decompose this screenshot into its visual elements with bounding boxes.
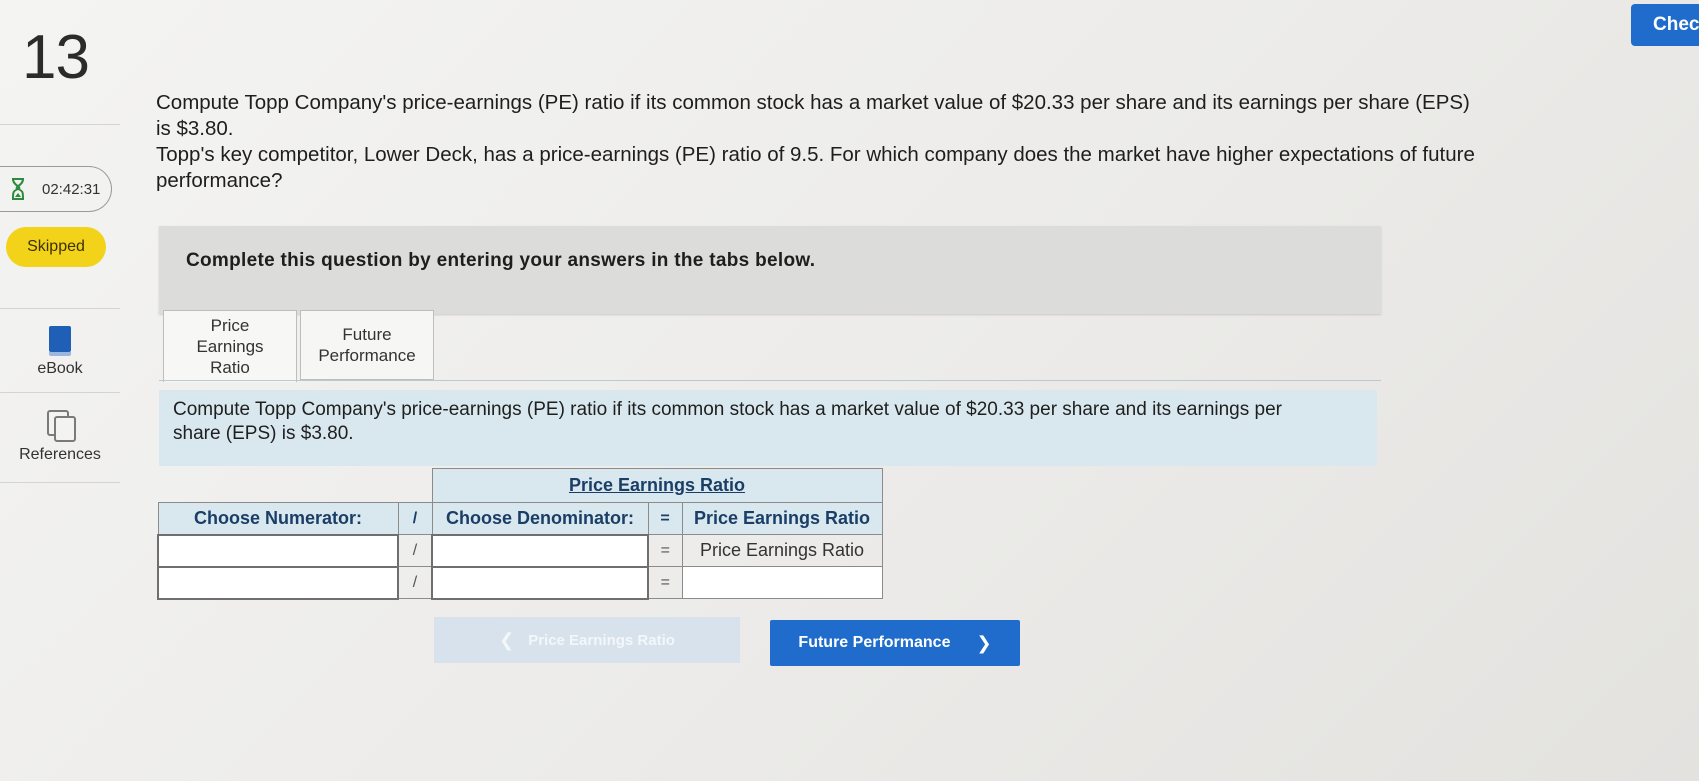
table-row: / = Price Earnings Ratio: [157, 533, 883, 568]
result-cell[interactable]: [681, 566, 883, 599]
question-paragraph-2: Topp's key competitor, Lower Deck, has a…: [156, 143, 1475, 192]
ebook-button[interactable]: eBook: [0, 326, 120, 378]
hourglass-icon: [12, 178, 24, 200]
question-number: 13: [22, 23, 90, 92]
tab-divider: [159, 380, 1381, 381]
tab-content-prompt: Compute Topp Company's price-earnings (P…: [159, 390, 1377, 466]
prompt-text: Compute Topp Company's price-earnings (P…: [173, 399, 1282, 444]
prev-button-label: Price Earnings Ratio: [528, 631, 675, 649]
timer[interactable]: 02:42:31: [0, 166, 112, 212]
chevron-left-icon: ❮: [499, 629, 515, 650]
references-label: References: [19, 446, 101, 463]
references-button[interactable]: References: [0, 410, 120, 464]
instruction-text: Complete this question by entering your …: [186, 250, 816, 271]
check-my-work-button[interactable]: Chec: [1631, 4, 1699, 46]
header-numerator: Choose Numerator:: [157, 502, 399, 535]
chevron-right-icon: ❯: [976, 632, 992, 653]
question-text: Compute Topp Company's price-earnings (P…: [156, 90, 1486, 194]
prev-tab-button[interactable]: ❮ Price Earnings Ratio: [434, 617, 740, 663]
table-title-row: Price Earnings Ratio: [158, 468, 883, 503]
header-result: Price Earnings Ratio: [681, 502, 883, 535]
numerator-cell: [157, 533, 399, 568]
answer-table: Price Earnings Ratio Choose Numerator: /…: [157, 468, 883, 600]
numerator-input-2[interactable]: [159, 567, 397, 598]
book-icon: [49, 326, 71, 356]
numerator-input-1[interactable]: [159, 535, 397, 566]
divide-sign: /: [397, 566, 433, 599]
divide-sign: /: [397, 534, 433, 567]
instruction-banner: Complete this question by entering your …: [159, 226, 1381, 314]
rail-divider: [0, 124, 120, 125]
tab-future-performance[interactable]: Future Performance: [300, 310, 434, 380]
rail-divider: [0, 482, 120, 483]
equals-sign: =: [647, 566, 683, 599]
question-paragraph-1: Compute Topp Company's price-earnings (P…: [156, 91, 1470, 140]
ebook-label: eBook: [37, 360, 83, 377]
status-badge: Skipped: [6, 227, 106, 267]
tab-label: Future Performance: [318, 325, 416, 365]
references-icon: [47, 410, 76, 442]
next-tab-button[interactable]: Future Performance ❯: [770, 620, 1020, 666]
header-equals: =: [647, 502, 683, 535]
equals-sign: =: [647, 534, 683, 567]
table-title: Price Earnings Ratio: [431, 468, 883, 503]
timer-value: 02:42:31: [42, 180, 101, 198]
blank-cell: [158, 469, 432, 503]
denominator-input-2[interactable]: [433, 567, 647, 598]
tab-price-earnings-ratio[interactable]: Price Earnings Ratio: [163, 310, 297, 382]
rail-divider: [0, 308, 120, 309]
denominator-cell: [431, 533, 649, 568]
denominator-input-1[interactable]: [433, 535, 647, 566]
rail-divider: [0, 392, 120, 393]
tab-label: Price Earnings Ratio: [196, 316, 264, 377]
numerator-cell: [157, 565, 399, 600]
table-header-row: Choose Numerator: / Choose Denominator: …: [157, 502, 883, 535]
header-denominator: Choose Denominator:: [431, 502, 649, 535]
table-row: / =: [157, 565, 883, 600]
denominator-cell: [431, 565, 649, 600]
next-button-label: Future Performance: [798, 634, 951, 651]
result-input[interactable]: [682, 567, 882, 598]
result-label: Price Earnings Ratio: [681, 534, 883, 567]
header-divide: /: [397, 502, 433, 535]
